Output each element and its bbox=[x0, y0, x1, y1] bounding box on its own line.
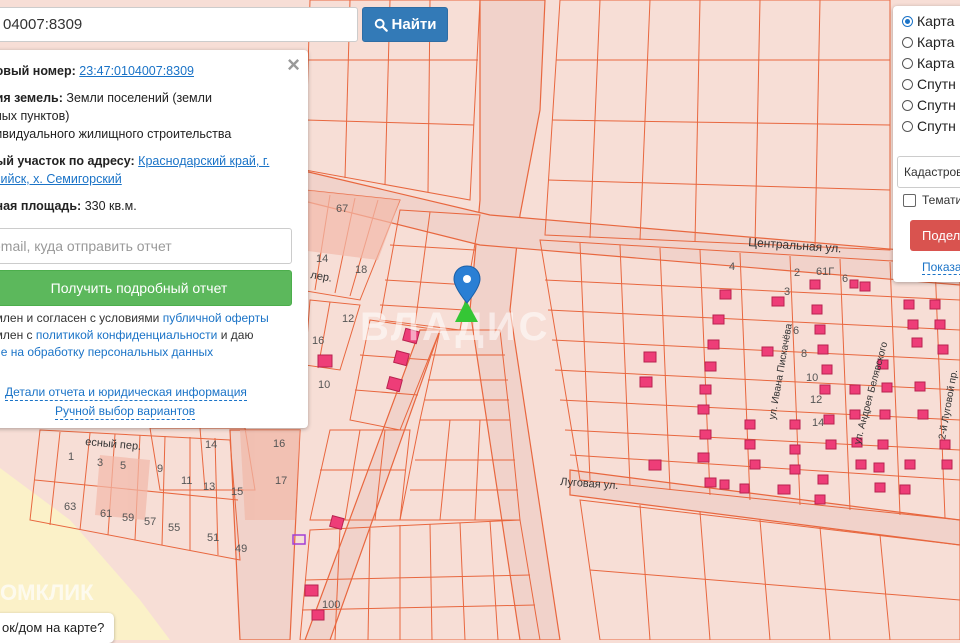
parcel-number: 51 bbox=[207, 532, 219, 544]
parcel-number: 6 bbox=[842, 273, 848, 285]
domklik-watermark: ОМКЛИК bbox=[0, 580, 94, 605]
parcel-number: 2 bbox=[794, 267, 800, 279]
parcel-number: 49 bbox=[235, 543, 247, 555]
layer-option-3[interactable]: Спутн bbox=[902, 76, 956, 92]
privacy-policy-link[interactable]: политикой конфиденциальности bbox=[36, 328, 217, 342]
radio-icon bbox=[902, 36, 913, 48]
terms-offer-text: омлен и согласен с условиями bbox=[0, 311, 163, 325]
thematic-label: Темати bbox=[922, 193, 960, 207]
parcel-number: 13 bbox=[203, 481, 215, 493]
parcel-number: 8 bbox=[801, 348, 807, 360]
search-icon bbox=[374, 18, 388, 32]
radio-icon bbox=[902, 99, 913, 111]
parcel-number: 14 bbox=[812, 417, 824, 429]
show-link[interactable]: Показа bbox=[922, 260, 960, 275]
parcel-number: 59 bbox=[122, 512, 134, 524]
address-link[interactable]: Краснодарский край, г. bbox=[138, 154, 269, 168]
terms-privacy-suffix: и даю bbox=[217, 328, 254, 342]
radio-icon bbox=[902, 120, 913, 132]
parcel-number: 61 bbox=[100, 508, 112, 520]
parcel-number: 9 bbox=[157, 463, 163, 475]
parcel-number: 4 bbox=[729, 261, 735, 273]
radio-checked-icon bbox=[902, 15, 913, 27]
layers-panel: Карта Карта Карта Спутн Спутн Спутн Када… bbox=[893, 6, 960, 282]
parcel-number: 57 bbox=[144, 516, 156, 528]
parcel-number: 67 bbox=[336, 203, 348, 215]
parcel-number: 12 bbox=[342, 313, 354, 325]
land-category-label: рия земель: bbox=[0, 91, 63, 105]
parcel-number: 100 bbox=[322, 599, 340, 611]
parcel-number: 6 bbox=[793, 325, 799, 337]
watermark: ВЛАДИС bbox=[360, 305, 550, 349]
layer-label: Карта bbox=[917, 34, 955, 50]
parcel-number: 11 bbox=[181, 475, 192, 487]
layer-label: Спутн bbox=[917, 76, 956, 92]
thematic-checkbox[interactable]: Темати bbox=[903, 193, 960, 207]
parcel-number: 18 bbox=[355, 264, 367, 276]
parcel-number: 1 bbox=[68, 451, 74, 463]
layer-option-0[interactable]: Карта bbox=[902, 13, 954, 29]
parcel-number: 16 bbox=[312, 335, 324, 347]
parcel-number: 14 bbox=[205, 439, 217, 451]
cad-number-link[interactable]: 23:47:0104007:8309 bbox=[79, 64, 194, 78]
parcel-number: 5 bbox=[120, 460, 126, 472]
parcel-number: 17 bbox=[275, 475, 287, 487]
land-category-row: рия земель: Земли поселений (земли нных … bbox=[0, 89, 293, 143]
parcel-number: 10 bbox=[318, 379, 330, 391]
layer-label: Спутн bbox=[917, 97, 956, 113]
public-offer-link[interactable]: публичной оферты bbox=[163, 311, 269, 325]
radio-icon bbox=[902, 57, 913, 69]
terms-privacy: омлен с политикой конфиденциальности и д… bbox=[0, 327, 293, 344]
search-input[interactable]: 04007:8309 bbox=[0, 7, 358, 42]
layer-option-2[interactable]: Карта bbox=[902, 55, 954, 71]
land-category-value-2: нных пунктов) bbox=[0, 109, 70, 123]
get-report-button[interactable]: Получить подробный отчет bbox=[0, 270, 292, 306]
share-button[interactable]: Подел bbox=[910, 220, 960, 251]
land-category-value-3: дивидуального жилищного строительства bbox=[0, 127, 232, 141]
cad-number-row: ровый номер: 23:47:0104007:8309 bbox=[0, 62, 293, 80]
checkbox-icon bbox=[903, 193, 916, 207]
report-details-link[interactable]: Детали отчета и юридическая информация bbox=[5, 385, 247, 401]
area-value: 330 кв.м. bbox=[84, 199, 137, 213]
layer-option-1[interactable]: Карта bbox=[902, 34, 954, 50]
layer-option-4[interactable]: Спутн bbox=[902, 97, 956, 113]
manual-choice-link[interactable]: Ручной выбор вариантов bbox=[55, 404, 196, 420]
address-link-2[interactable]: ссийск, х. Семигорский bbox=[0, 172, 122, 186]
parcel-number: 14 bbox=[316, 253, 328, 265]
cad-number-label: ровый номер: bbox=[0, 64, 76, 78]
layer-option-5[interactable]: Спутн bbox=[902, 118, 956, 134]
layer-label: Карта bbox=[917, 13, 955, 29]
parcel-number: 3 bbox=[97, 457, 103, 469]
parcel-number: 10 bbox=[806, 372, 818, 384]
terms-consent: сие на обработку персональных данных bbox=[0, 344, 293, 361]
cadastre-select[interactable]: Кадастров bbox=[897, 156, 960, 188]
parcel-number: 16 bbox=[273, 438, 285, 450]
parcel-number: 63 bbox=[64, 501, 76, 513]
area-label: нная площадь: bbox=[0, 199, 82, 213]
terms-privacy-text: омлен с bbox=[0, 328, 33, 342]
find-button[interactable]: Найти bbox=[362, 7, 448, 42]
radio-icon bbox=[902, 78, 913, 90]
parcel-number: 55 bbox=[168, 522, 180, 534]
parcel-number: 61Г bbox=[816, 266, 834, 278]
email-field[interactable]: email, куда отправить отчет bbox=[0, 228, 292, 264]
parcel-info-panel: × ровый номер: 23:47:0104007:8309 рия зе… bbox=[0, 50, 308, 428]
address-label: ный участок по адресу: bbox=[0, 154, 135, 168]
parcel-number: 3 bbox=[784, 286, 790, 298]
parcel-number: 12 bbox=[810, 394, 822, 406]
address-row: ный участок по адресу: Краснодарский кра… bbox=[0, 152, 293, 188]
layer-label: Спутн bbox=[917, 118, 956, 134]
land-category-value: Земли поселений (земли bbox=[66, 91, 212, 105]
question-bubble[interactable]: ок/дом на карте? bbox=[0, 613, 115, 643]
area-row: нная площадь: 330 кв.м. bbox=[0, 197, 293, 215]
personal-data-consent-link[interactable]: сие на обработку персональных данных bbox=[0, 345, 213, 359]
layer-label: Карта bbox=[917, 55, 955, 71]
find-button-label: Найти bbox=[391, 16, 437, 33]
parcel-number: 15 bbox=[231, 486, 243, 498]
terms-offer: омлен и согласен с условиями публичной о… bbox=[0, 310, 293, 327]
